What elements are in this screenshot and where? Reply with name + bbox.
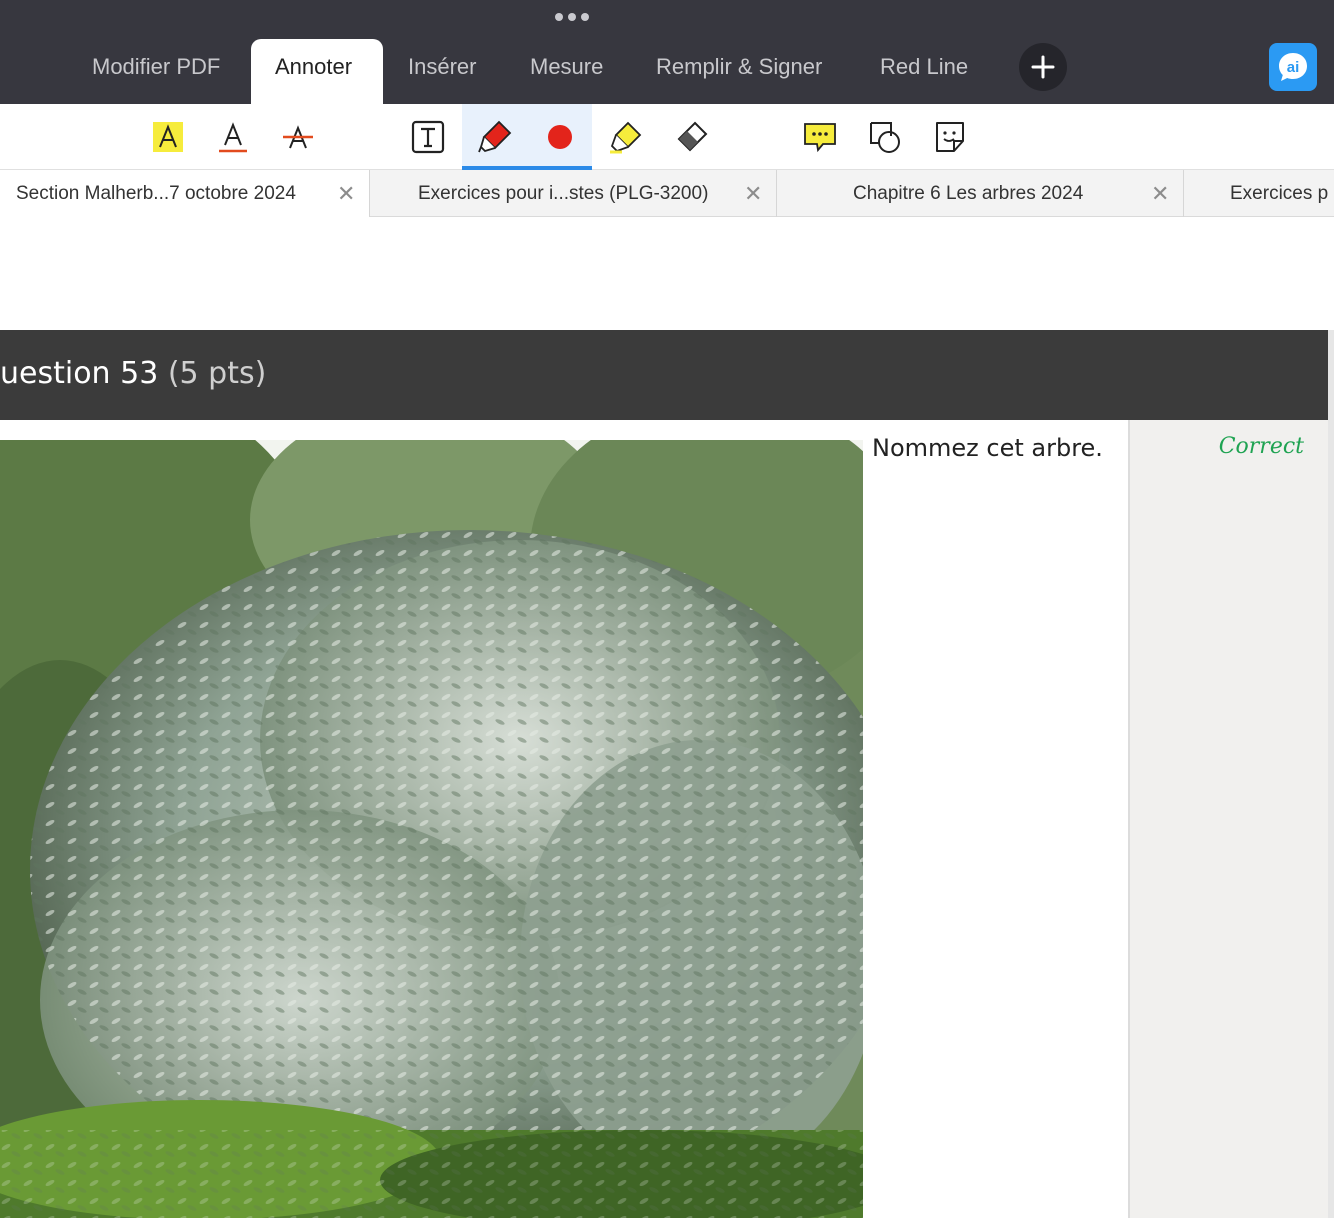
- close-icon[interactable]: ✕: [744, 170, 762, 217]
- scrollbar[interactable]: [1328, 330, 1334, 1218]
- sticker-icon: [936, 122, 964, 152]
- tab-annoter[interactable]: Annoter: [251, 39, 383, 104]
- close-icon[interactable]: ✕: [337, 170, 355, 217]
- highlighter-icon: [610, 121, 642, 154]
- tab-modifier-pdf[interactable]: Modifier PDF: [68, 39, 244, 104]
- question-body: Nommez cet arbre.: [0, 420, 1128, 1218]
- doc-tab-label: Exercices pour i...stes (PLG-3200): [418, 183, 709, 204]
- comment-tool[interactable]: [788, 104, 852, 170]
- shrub-image: [0, 440, 863, 1218]
- text-box-tool[interactable]: [396, 104, 460, 170]
- shapes-tool[interactable]: [853, 104, 917, 170]
- color-dot-icon: [547, 125, 572, 149]
- text-highlight-tool[interactable]: [136, 104, 200, 170]
- eraser-icon: [677, 121, 708, 152]
- tab-inserer[interactable]: Insérer: [384, 39, 500, 104]
- question-header: uestion 53 (5 pts): [0, 330, 1328, 420]
- ai-assistant-button[interactable]: ai: [1269, 43, 1317, 91]
- question-number: uestion 53: [0, 356, 159, 391]
- add-tab-button[interactable]: [1019, 43, 1067, 91]
- eraser-tool[interactable]: [659, 104, 723, 170]
- status-badge: Correct: [1218, 434, 1304, 459]
- question-prompt: Nommez cet arbre.: [872, 434, 1103, 462]
- plus-icon: [1031, 55, 1055, 79]
- highlighter-tool[interactable]: [594, 104, 658, 170]
- text-box-icon: [411, 120, 445, 154]
- svg-text:ai: ai: [1287, 59, 1300, 76]
- close-icon[interactable]: ✕: [1151, 170, 1169, 217]
- question-title: uestion 53 (5 pts): [0, 356, 266, 391]
- tree-photo: [0, 440, 863, 1218]
- text-strikethrough-tool[interactable]: [266, 104, 330, 170]
- shapes-icon: [870, 122, 900, 153]
- more-dots-icon[interactable]: [555, 13, 589, 21]
- doc-tab-section-malherbe[interactable]: Section Malherb...7 octobre 2024 ✕: [0, 170, 370, 217]
- text-highlight-icon: [153, 122, 183, 152]
- doc-tab-chapitre-6[interactable]: Chapitre 6 Les arbres 2024 ✕: [777, 170, 1184, 217]
- text-underline-icon: [219, 122, 247, 153]
- doc-tab-label: Chapitre 6 Les arbres 2024: [853, 183, 1084, 204]
- text-strikethrough-icon: [283, 125, 313, 149]
- pen-tool[interactable]: [462, 104, 527, 170]
- text-underline-tool[interactable]: [201, 104, 265, 170]
- comment-icon: [804, 123, 836, 153]
- pen-icon: [477, 120, 511, 153]
- tab-red-line[interactable]: Red Line: [856, 39, 992, 104]
- page-top-margin: [0, 218, 1334, 330]
- top-menu-bar: Modifier PDF Annoter Insérer Mesure Remp…: [0, 0, 1334, 104]
- annotation-toolbar: [0, 104, 1334, 170]
- ai-bubble-icon: ai: [1279, 53, 1307, 81]
- tab-mesure[interactable]: Mesure: [506, 39, 627, 104]
- sticker-tool[interactable]: [918, 104, 982, 170]
- grading-panel: Correct: [1128, 420, 1328, 1218]
- question-points: (5 pts): [167, 356, 267, 391]
- doc-tab-label: Section Malherb...7 octobre 2024: [16, 183, 296, 204]
- doc-tab-exercices-plg[interactable]: Exercices pour i...stes (PLG-3200) ✕: [370, 170, 777, 217]
- doc-tab-exercices-p[interactable]: Exercices p: [1184, 170, 1334, 217]
- color-picker-tool[interactable]: [527, 104, 592, 170]
- doc-tab-label: Exercices p: [1230, 183, 1329, 204]
- document-tab-bar: Section Malherb...7 octobre 2024 ✕ Exerc…: [0, 170, 1334, 217]
- tab-remplir-signer[interactable]: Remplir & Signer: [632, 39, 846, 104]
